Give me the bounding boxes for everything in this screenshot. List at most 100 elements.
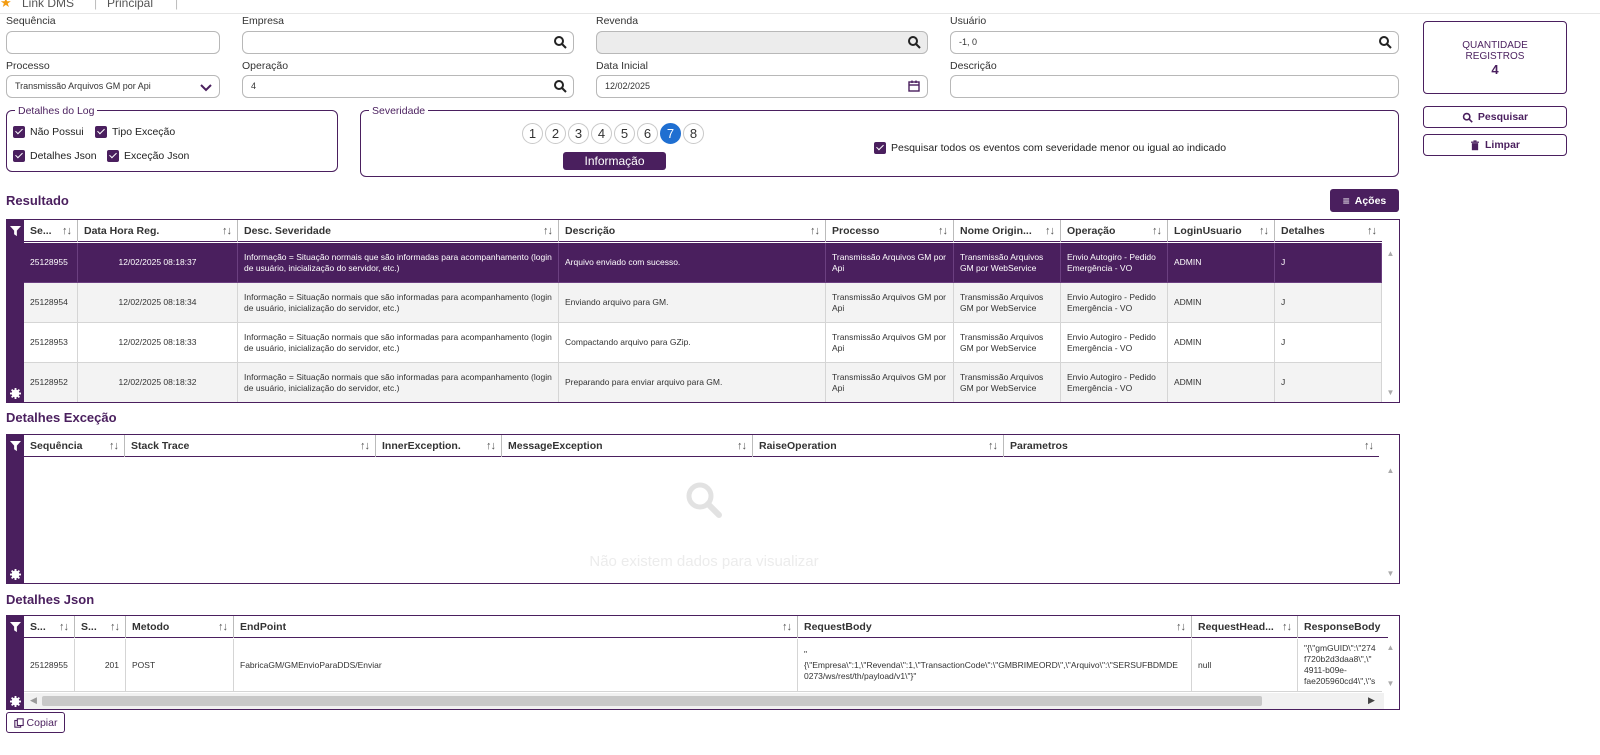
col-operacao[interactable]: Operação ↑↓ <box>1061 220 1168 242</box>
search-icon[interactable] <box>907 35 921 49</box>
revenda-input[interactable] <box>596 31 928 54</box>
checkbox-checked-icon[interactable] <box>107 150 119 162</box>
col-metodo[interactable]: Metodo ↑↓ <box>126 616 234 638</box>
col-message-exception[interactable]: MessageException ↑↓ <box>502 435 753 457</box>
json-hscrollbar[interactable]: ◀ ▶ <box>24 693 1384 709</box>
scroll-thumb[interactable] <box>42 696 1262 706</box>
checkbox-checked-icon[interactable] <box>13 150 25 162</box>
processo-select[interactable]: Transmissão Arquivos GM por Api <box>6 75 220 98</box>
severity-level-4[interactable]: 4 <box>591 123 612 144</box>
scroll-up-icon[interactable]: ▲ <box>1382 643 1399 652</box>
col-status[interactable]: S... ↑↓ <box>75 616 126 638</box>
col-desc-severidade[interactable]: Desc. Severidade ↑↓ <box>238 220 559 242</box>
resultado-header: Se... ↑↓ Data Hora Reg. ↑↓ Desc. Severidad… <box>24 220 1382 242</box>
severity-level-6[interactable]: 6 <box>637 123 658 144</box>
col-login[interactable]: LoginUsuario ↑↓ <box>1168 220 1275 242</box>
search-icon[interactable] <box>1378 35 1392 49</box>
scroll-down-icon[interactable]: ▼ <box>1382 679 1399 688</box>
operacao-input[interactable]: 4 <box>242 75 574 98</box>
filter-icon[interactable] <box>10 226 21 237</box>
col-descricao[interactable]: Descrição ↑↓ <box>559 220 826 242</box>
severity-level-3[interactable]: 3 <box>568 123 589 144</box>
table-row[interactable]: 25128955 201 POST FabricaGM/GMEnvioParaD… <box>24 639 1388 692</box>
severity-level-5[interactable]: 5 <box>614 123 635 144</box>
trash-icon <box>1471 139 1479 150</box>
table-row[interactable]: 25128955 12/02/2025 08:18:37 Informação … <box>24 243 1382 283</box>
check-detalhes-json[interactable]: Detalhes Json <box>13 150 97 162</box>
col-request-body[interactable]: RequestBody ↑↓ <box>798 616 1192 638</box>
col-sequencia[interactable]: Se... ↑↓ <box>24 220 78 242</box>
usuario-value: -1, 0 <box>959 37 978 47</box>
col-inner-exception[interactable]: InnerException. ↑↓ <box>376 435 502 457</box>
cell-detalhes[interactable]: J <box>1275 323 1382 363</box>
table-row[interactable]: 25128954 12/02/2025 08:18:34 Informação … <box>24 283 1382 323</box>
descricao-input[interactable] <box>950 75 1399 98</box>
scroll-up-icon[interactable]: ▲ <box>1382 466 1399 475</box>
gear-icon[interactable] <box>10 696 21 707</box>
usuario-input[interactable]: -1, 0 <box>950 31 1399 54</box>
module-name[interactable]: Principal <box>107 0 153 10</box>
col-raise-operation[interactable]: RaiseOperation ↑↓ <box>753 435 1004 457</box>
search-icon <box>686 482 722 518</box>
table-row[interactable]: 25128953 12/02/2025 08:18:33 Informação … <box>24 323 1382 363</box>
col-endpoint[interactable]: EndPoint ↑↓ <box>234 616 798 638</box>
checkbox-checked-icon[interactable] <box>13 126 25 138</box>
scroll-up-icon[interactable]: ▲ <box>1382 249 1399 258</box>
check-tipo-excecao[interactable]: Tipo Exceção <box>95 126 175 138</box>
scroll-right-icon[interactable]: ▶ <box>1368 695 1375 706</box>
col-parametros[interactable]: Parametros ↑↓ <box>1004 435 1379 457</box>
col-seq[interactable]: S... ↑↓ <box>24 616 75 638</box>
request-body-line: {\"Empresa\":1,\"Revenda\":1,\"Transacti… <box>804 659 1178 670</box>
copy-button[interactable]: Copiar <box>6 712 65 733</box>
gear-icon[interactable] <box>10 388 21 399</box>
check-nao-possui[interactable]: Não Possui <box>13 126 84 138</box>
check-all-lower[interactable]: Pesquisar todos os eventos com severidad… <box>874 142 1226 154</box>
checkbox-checked-icon[interactable] <box>95 126 107 138</box>
severity-level-7[interactable]: 7 <box>660 123 681 144</box>
actions-label: Ações <box>1354 194 1387 207</box>
severity-level-8[interactable]: 8 <box>683 123 704 144</box>
severity-level-2[interactable]: 2 <box>545 123 566 144</box>
sequencia-input[interactable] <box>6 31 220 54</box>
col-data-hora[interactable]: Data Hora Reg. ↑↓ <box>78 220 238 242</box>
col-stack-trace[interactable]: Stack Trace ↑↓ <box>125 435 376 457</box>
search-icon[interactable] <box>553 79 567 93</box>
col-processo[interactable]: Processo ↑↓ <box>826 220 954 242</box>
col-nome-origem[interactable]: Nome Origin... ↑↓ <box>954 220 1061 242</box>
col-detalhes[interactable]: Detalhes ↑↓ <box>1275 220 1382 242</box>
search-icon[interactable] <box>553 35 567 49</box>
empresa-input[interactable] <box>242 31 574 54</box>
calendar-icon[interactable] <box>907 79 921 93</box>
check-label: Exceção Json <box>124 150 190 162</box>
scroll-left-icon[interactable]: ◀ <box>30 695 37 706</box>
app-name[interactable]: Link DMS <box>22 0 74 10</box>
quantity-value: 4 <box>1491 62 1499 77</box>
severity-level-1[interactable]: 1 <box>522 123 543 144</box>
check-label: Tipo Exceção <box>112 126 176 138</box>
cell-detalhes[interactable]: J <box>1275 283 1382 323</box>
table-row[interactable]: 25128952 12/02/2025 08:18:32 Informação … <box>24 363 1382 402</box>
resultado-body: 25128955 12/02/2025 08:18:37 Informação … <box>24 243 1382 402</box>
json-vscrollbar[interactable]: ▲ ▼ <box>1382 639 1399 692</box>
data-inicial-input[interactable]: 12/02/2025 <box>596 75 928 98</box>
cell-seq: 25128955 <box>24 639 75 692</box>
cell-detalhes[interactable]: J <box>1275 243 1382 283</box>
actions-button[interactable]: ≡ Ações <box>1330 189 1399 212</box>
filter-icon[interactable] <box>10 622 21 633</box>
excecao-scrollbar[interactable]: ▲ ▼ <box>1382 458 1399 583</box>
checkbox-checked-icon[interactable] <box>874 142 886 154</box>
scroll-down-icon[interactable]: ▼ <box>1382 388 1399 397</box>
col-sequencia[interactable]: Sequência ↑↓ <box>24 435 125 457</box>
filter-icon[interactable] <box>10 441 21 452</box>
check-excecao-json[interactable]: Exceção Json <box>107 150 189 162</box>
clear-button-label: Limpar <box>1484 139 1520 151</box>
gear-icon[interactable] <box>10 569 21 580</box>
separator: | <box>94 0 98 10</box>
col-response-body[interactable]: ResponseBody <box>1298 616 1388 638</box>
col-request-head[interactable]: RequestHead... ↑↓ <box>1192 616 1298 638</box>
scroll-down-icon[interactable]: ▼ <box>1382 569 1399 578</box>
clear-button[interactable]: Limpar <box>1423 134 1567 156</box>
resultado-scrollbar[interactable]: ▲ ▼ <box>1382 243 1399 402</box>
cell-detalhes[interactable]: J <box>1275 363 1382 402</box>
search-button[interactable]: Pesquisar <box>1423 106 1567 128</box>
